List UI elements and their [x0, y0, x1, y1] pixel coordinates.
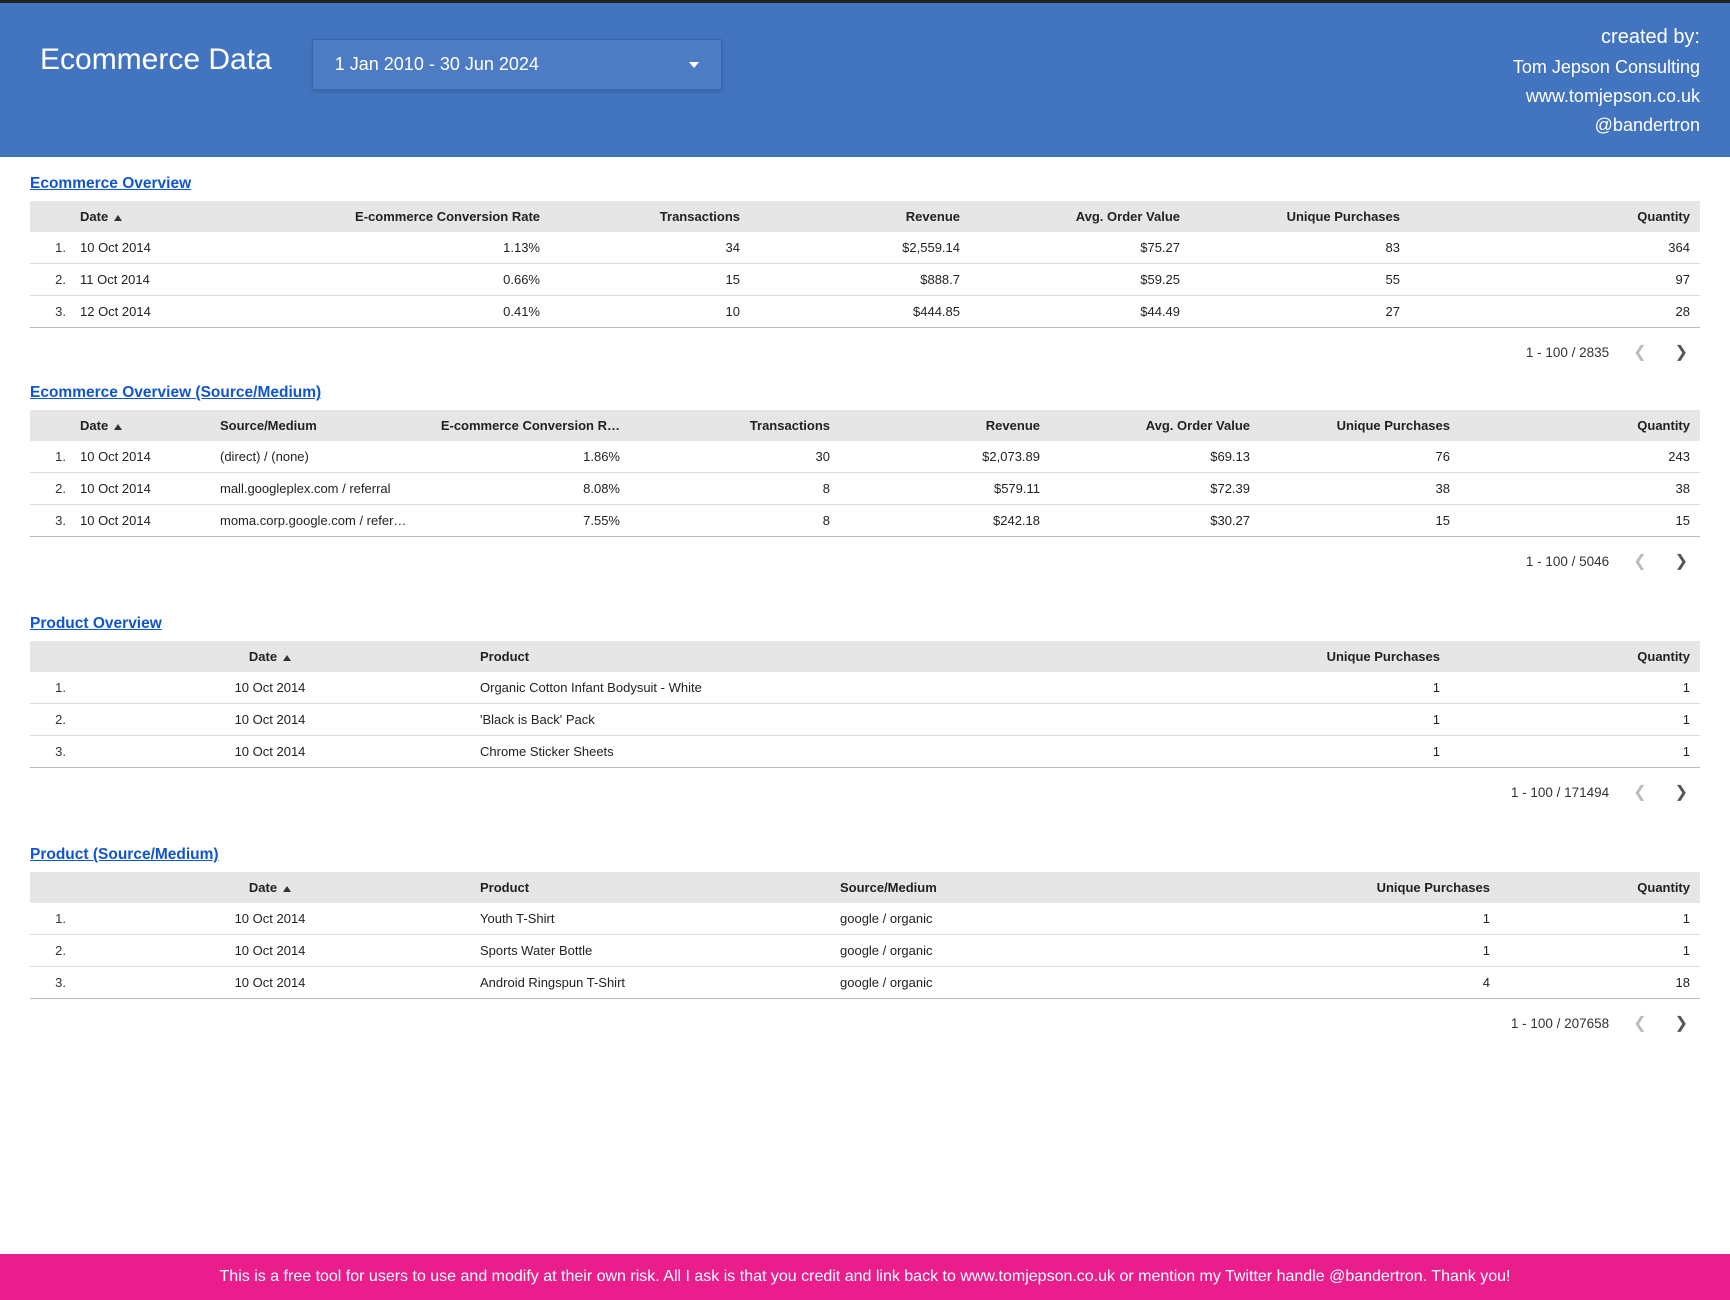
pager-range: 1 - 100 / 207658 — [1511, 1016, 1609, 1031]
col-source-medium[interactable]: Source/Medium — [830, 872, 1180, 903]
col-product[interactable]: Product — [470, 872, 830, 903]
caret-down-icon — [689, 62, 699, 68]
table-row: 3. 12 Oct 2014 0.41% 10 $444.85 $44.49 2… — [30, 296, 1700, 328]
sort-asc-icon — [114, 215, 122, 221]
col-qty[interactable]: Quantity — [1450, 641, 1700, 672]
col-product[interactable]: Product — [470, 641, 1150, 672]
table-product-overview: Date Product Unique Purchases Quantity 1… — [30, 641, 1700, 768]
section-title-link[interactable]: Product (Source/Medium) — [30, 846, 219, 864]
table-row: 1. 10 Oct 2014 Youth T-Shirt google / or… — [30, 903, 1700, 935]
table-header-row: Date Product Unique Purchases Quantity — [30, 641, 1700, 672]
section-title-link[interactable]: Product Overview — [30, 615, 162, 633]
pager-prev-icon[interactable]: ❮ — [1629, 778, 1650, 806]
created-by-label: created by: — [1513, 21, 1700, 53]
table-row: 1. 10 Oct 2014 1.13% 34 $2,559.14 $75.27… — [30, 232, 1700, 264]
col-conversion[interactable]: E-commerce Conversion Rate — [230, 201, 550, 232]
pager-next-icon[interactable]: ❯ — [1671, 1009, 1692, 1037]
col-index — [30, 641, 70, 672]
date-range-value: 1 Jan 2010 - 30 Jun 2024 — [335, 54, 539, 75]
col-unique[interactable]: Unique Purchases — [1190, 201, 1410, 232]
col-unique[interactable]: Unique Purchases — [1180, 872, 1500, 903]
col-source-medium[interactable]: Source/Medium — [210, 410, 430, 441]
company-name: Tom Jepson Consulting — [1513, 53, 1700, 82]
pager-range: 1 - 100 / 171494 — [1511, 785, 1609, 800]
footer-text: This is a free tool for users to use and… — [220, 1268, 1511, 1285]
col-aov[interactable]: Avg. Order Value — [1050, 410, 1260, 441]
table-row: 1. 10 Oct 2014 (direct) / (none) 1.86% 3… — [30, 441, 1700, 473]
col-date[interactable]: Date — [70, 201, 230, 232]
page-title: Ecommerce Data — [40, 43, 272, 77]
pager: 1 - 100 / 171494 ❮ ❯ — [30, 768, 1700, 806]
section-title-link[interactable]: Ecommerce Overview (Source/Medium) — [30, 384, 321, 402]
footer-bar: This is a free tool for users to use and… — [0, 1254, 1730, 1300]
table-ecommerce-overview: Date E-commerce Conversion Rate Transact… — [30, 201, 1700, 328]
section-product-overview: Product Overview Date Product Unique Pur… — [30, 615, 1700, 806]
col-index — [30, 872, 70, 903]
site-link[interactable]: www.tomjepson.co.uk — [1513, 82, 1700, 111]
col-transactions[interactable]: Transactions — [630, 410, 840, 441]
table-header-row: Date E-commerce Conversion Rate Transact… — [30, 201, 1700, 232]
col-aov[interactable]: Avg. Order Value — [970, 201, 1190, 232]
col-qty[interactable]: Quantity — [1410, 201, 1700, 232]
col-revenue[interactable]: Revenue — [840, 410, 1050, 441]
table-row: 3. 10 Oct 2014 Android Ringspun T-Shirt … — [30, 967, 1700, 999]
section-product-sm: Product (Source/Medium) Date Product Sou… — [30, 846, 1700, 1037]
table-header-row: Date Product Source/Medium Unique Purcha… — [30, 872, 1700, 903]
col-unique[interactable]: Unique Purchases — [1150, 641, 1450, 672]
col-revenue[interactable]: Revenue — [750, 201, 970, 232]
col-conversion[interactable]: E-commerce Conversion R… — [430, 410, 630, 441]
twitter-handle[interactable]: @bandertron — [1513, 111, 1700, 140]
col-transactions[interactable]: Transactions — [550, 201, 750, 232]
table-row: 1. 10 Oct 2014 Organic Cotton Infant Bod… — [30, 672, 1700, 704]
section-ecommerce-overview: Ecommerce Overview Date E-commerce Conve… — [30, 175, 1700, 366]
header-credits: created by: Tom Jepson Consulting www.to… — [1513, 21, 1700, 139]
date-range-picker[interactable]: 1 Jan 2010 - 30 Jun 2024 — [312, 39, 722, 90]
header-bar: Ecommerce Data 1 Jan 2010 - 30 Jun 2024 … — [0, 3, 1730, 157]
pager: 1 - 100 / 207658 ❮ ❯ — [30, 999, 1700, 1037]
col-index — [30, 201, 70, 232]
table-row: 2. 10 Oct 2014 mall.googleplex.com / ref… — [30, 473, 1700, 505]
col-date[interactable]: Date — [70, 410, 210, 441]
table-row: 2. 10 Oct 2014 Sports Water Bottle googl… — [30, 935, 1700, 967]
sort-asc-icon — [283, 655, 291, 661]
section-ecommerce-overview-sm: Ecommerce Overview (Source/Medium) Date … — [30, 384, 1700, 575]
table-header-row: Date Source/Medium E-commerce Conversion… — [30, 410, 1700, 441]
table-row: 3. 10 Oct 2014 moma.corp.google.com / re… — [30, 505, 1700, 537]
pager-prev-icon[interactable]: ❮ — [1629, 338, 1650, 366]
sort-asc-icon — [114, 424, 122, 430]
col-date[interactable]: Date — [70, 641, 470, 672]
table-ecommerce-overview-sm: Date Source/Medium E-commerce Conversion… — [30, 410, 1700, 537]
table-row: 2. 11 Oct 2014 0.66% 15 $888.7 $59.25 55… — [30, 264, 1700, 296]
sort-asc-icon — [283, 886, 291, 892]
pager-next-icon[interactable]: ❯ — [1671, 778, 1692, 806]
pager-prev-icon[interactable]: ❮ — [1629, 547, 1650, 575]
col-index — [30, 410, 70, 441]
pager-next-icon[interactable]: ❯ — [1671, 547, 1692, 575]
table-row: 2. 10 Oct 2014 'Black is Back' Pack 1 1 — [30, 704, 1700, 736]
pager-prev-icon[interactable]: ❮ — [1629, 1009, 1650, 1037]
section-title-link[interactable]: Ecommerce Overview — [30, 175, 191, 193]
col-unique[interactable]: Unique Purchases — [1260, 410, 1460, 441]
content-area: Ecommerce Overview Date E-commerce Conve… — [0, 157, 1730, 1254]
col-qty[interactable]: Quantity — [1500, 872, 1700, 903]
pager: 1 - 100 / 5046 ❮ ❯ — [30, 537, 1700, 575]
pager-range: 1 - 100 / 2835 — [1526, 345, 1609, 360]
col-date[interactable]: Date — [70, 872, 470, 903]
table-row: 3. 10 Oct 2014 Chrome Sticker Sheets 1 1 — [30, 736, 1700, 768]
pager-next-icon[interactable]: ❯ — [1671, 338, 1692, 366]
table-product-sm: Date Product Source/Medium Unique Purcha… — [30, 872, 1700, 999]
pager: 1 - 100 / 2835 ❮ ❯ — [30, 328, 1700, 366]
pager-range: 1 - 100 / 5046 — [1526, 554, 1609, 569]
col-qty[interactable]: Quantity — [1460, 410, 1700, 441]
